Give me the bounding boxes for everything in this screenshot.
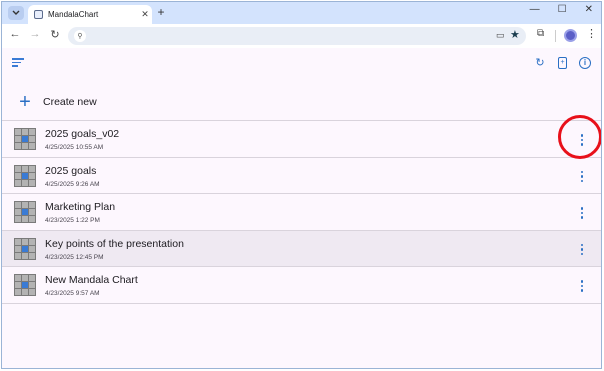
mandala-grid-icon [14,164,36,187]
extensions-icon[interactable]: ⧉ [537,28,544,39]
close-window-button[interactable]: ✕ [585,4,593,15]
window-controls: — ☐ ✕ [530,4,593,15]
chevron-down-icon [12,10,20,15]
create-new-label: Create new [43,96,97,108]
plus-icon: + [19,91,31,113]
more-vert-icon[interactable] [574,277,590,295]
install-app-icon[interactable]: ▭ [496,30,505,41]
list-item[interactable]: 2025 goals_v02 4/25/2025 10:55 AM [2,121,601,158]
chart-title: 2025 goals_v02 [45,128,120,140]
more-vert-icon[interactable] [574,241,590,259]
chart-title: 2025 goals [45,164,97,177]
chart-date: 4/25/2025 9:26 AM [45,180,100,188]
address-bar[interactable]: ⚲ ▭ ★ [68,27,526,45]
chart-list: 2025 goals_v02 4/25/2025 10:55 AM 2025 goa… [2,120,601,304]
mandala-grid-icon [14,128,36,150]
mandala-grid-icon [14,274,36,296]
chart-title: New Mandala Chart [45,274,138,286]
tab-strip: MandalaChart ✕ + — ☐ ✕ [2,2,601,24]
site-info-icon[interactable]: ⚲ [74,30,86,42]
new-tab-button[interactable]: + [154,5,168,19]
chart-date: 4/23/2025 9:57 AM [45,290,100,297]
mandala-grid-icon [14,201,36,223]
refresh-icon[interactable]: ↻ [534,57,546,69]
list-item[interactable]: New Mandala Chart 4/23/2025 9:57 AM [2,267,601,304]
browser-menu-icon[interactable]: ⋮ [586,27,597,40]
create-new-button[interactable]: + Create new [2,84,601,120]
back-button[interactable]: ← [8,28,22,40]
sort-icon[interactable] [12,58,24,69]
mandala-app: ↻ + i + Create new 2025 goals_v02 4/25/20… [2,48,601,368]
info-icon[interactable]: i [579,57,591,69]
app-actions: ↻ + i [534,57,591,69]
reload-button[interactable]: ↻ [48,28,62,41]
mandala-grid-icon [14,237,36,260]
more-vert-icon[interactable] [574,204,590,222]
more-vert-icon[interactable] [574,168,590,186]
tab-search-button[interactable] [8,6,24,20]
forward-button[interactable]: → [28,28,42,40]
chart-title: Key points of the presentation [45,237,184,250]
new-file-icon[interactable]: + [558,57,567,69]
list-item[interactable]: Key points of the presentation 4/23/2025 … [2,230,601,267]
profile-avatar[interactable] [564,29,577,42]
list-item[interactable]: Marketing Plan 4/23/2025 1:22 PM [2,194,601,231]
chart-date: 4/25/2025 10:55 AM [45,144,104,151]
close-tab-icon[interactable]: ✕ [138,9,152,20]
list-item[interactable]: 2025 goals 4/25/2025 9:26 AM [2,158,601,194]
more-vert-icon[interactable] [574,131,590,149]
chart-date: 4/23/2025 1:22 PM [45,217,100,224]
browser-toolbar: ← → ↻ ⚲ ▭ ★ ⧉ ⋮ [2,24,601,48]
tab-title: MandalaChart [48,10,99,19]
browser-window: MandalaChart ✕ + — ☐ ✕ ← → ↻ ⚲ ▭ ★ ⧉ ⋮ ↻… [1,1,602,369]
favicon-icon [34,10,43,19]
maximize-button[interactable]: ☐ [558,4,567,15]
toolbar-divider [555,30,556,42]
bookmark-star-icon[interactable]: ★ [510,28,520,41]
minimize-button[interactable]: — [530,4,540,15]
chart-date: 4/23/2025 12:45 PM [45,253,104,261]
tab-mandalachart[interactable]: MandalaChart ✕ [28,5,152,24]
chart-title: Marketing Plan [45,201,116,213]
